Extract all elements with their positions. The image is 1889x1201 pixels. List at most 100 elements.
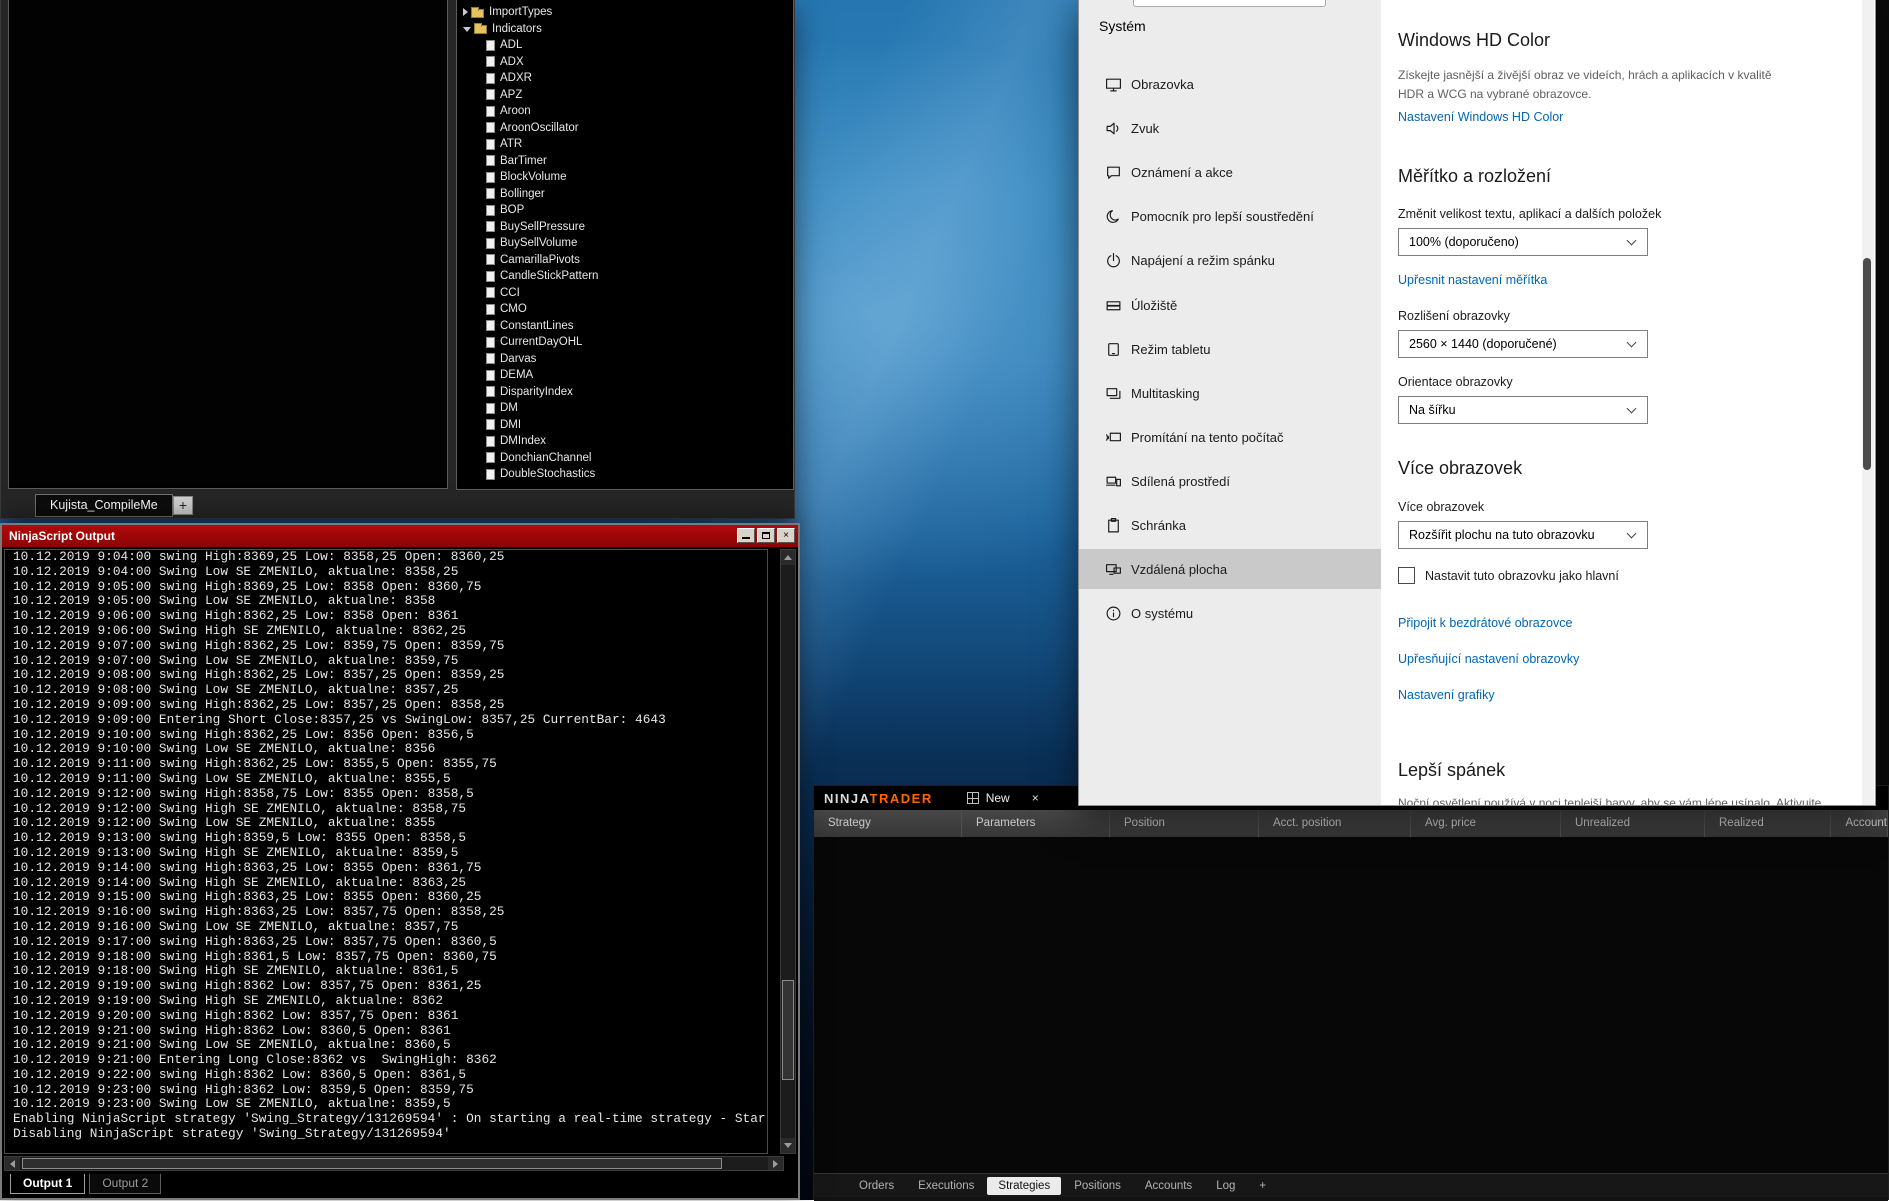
vertical-scroll-thumb[interactable] — [782, 980, 794, 1080]
tree-item[interactable]: AroonOscillator — [457, 120, 793, 137]
tree-item[interactable]: ATR — [457, 136, 793, 153]
tree-item[interactable]: ADX — [457, 54, 793, 71]
sidebar-item-power[interactable]: Napájení a režim spánku — [1079, 240, 1381, 280]
minimize-icon — [742, 532, 750, 539]
tree-item[interactable]: BuySellVolume — [457, 235, 793, 252]
tree-folder-importtypes[interactable]: ImportTypes — [457, 4, 793, 21]
sidebar-item-sound[interactable]: Zvuk — [1079, 108, 1381, 148]
tree-item[interactable]: ConstantLines — [457, 318, 793, 335]
ninjatrader-tab[interactable]: Accounts — [1134, 1177, 1203, 1195]
resolution-dropdown[interactable]: 2560 × 1440 (doporučené) — [1398, 330, 1648, 358]
hd-color-settings-link[interactable]: Nastavení Windows HD Color — [1398, 110, 1563, 124]
collapsed-arrow-icon[interactable] — [463, 8, 468, 16]
tree-item[interactable]: CandleStickPattern — [457, 268, 793, 285]
ninjatrader-tab[interactable]: + — [1248, 1177, 1277, 1195]
settings-scroll-thumb[interactable] — [1863, 258, 1871, 470]
sidebar-item-notifications[interactable]: Oznámení a akce — [1079, 152, 1381, 192]
tree-item[interactable]: APZ — [457, 87, 793, 104]
advanced-display-link[interactable]: Upřesňující nastavení obrazovky — [1398, 652, 1579, 666]
new-menu[interactable]: New — [986, 791, 1010, 805]
tree-item[interactable]: Aroon — [457, 103, 793, 120]
column-header[interactable]: Realized — [1705, 810, 1831, 837]
horizontal-scroll-thumb[interactable] — [22, 1158, 722, 1169]
scroll-down-button[interactable] — [781, 1138, 795, 1153]
ninjatrader-tab[interactable]: Executions — [907, 1177, 985, 1195]
tree-item[interactable]: Darvas — [457, 351, 793, 368]
strategies-table-body[interactable] — [814, 837, 1888, 1173]
log-line: 10.12.2019 9:16:00 swing High:8363,25 Lo… — [13, 905, 767, 920]
x-icon[interactable]: × — [1032, 791, 1039, 805]
scroll-left-button[interactable] — [5, 1157, 20, 1170]
tree-item[interactable]: ADXR — [457, 70, 793, 87]
scroll-up-button[interactable] — [781, 550, 795, 565]
column-header[interactable]: Account — [1831, 810, 1888, 837]
tree-item[interactable]: DoubleStochastics — [457, 466, 793, 483]
tree-item[interactable]: CurrentDayOHL — [457, 334, 793, 351]
minimize-button[interactable] — [737, 528, 755, 543]
sidebar-item-shared-experiences[interactable]: Sdílená prostředí — [1079, 461, 1381, 501]
multiple-displays-dropdown[interactable]: Rozšířit plochu na tuto obrazovku — [1398, 521, 1648, 549]
search-input[interactable] — [1133, 0, 1326, 7]
expanded-arrow-icon[interactable] — [463, 27, 471, 32]
settings-sidebar: Systém Obrazovka Zvuk Oznámení a akce Po… — [1079, 0, 1381, 805]
settings-section-title: Systém — [1099, 18, 1146, 34]
primary-display-checkbox[interactable] — [1398, 567, 1415, 584]
new-script-tab-button[interactable]: + — [173, 496, 193, 515]
column-header[interactable]: Position — [1110, 810, 1259, 837]
output-tab[interactable]: Output 2 — [89, 1174, 161, 1194]
tree-item[interactable]: DMI — [457, 417, 793, 434]
ninjatrader-tab[interactable]: Orders — [848, 1177, 905, 1195]
tree-item[interactable]: Bollinger — [457, 186, 793, 203]
wireless-display-link[interactable]: Připojit k bezdrátové obrazovce — [1398, 616, 1572, 630]
tree-item[interactable]: DMIndex — [457, 433, 793, 450]
advanced-scaling-link[interactable]: Upřesnit nastavení měřítka — [1398, 273, 1547, 287]
output-window-titlebar[interactable]: NinjaScript Output — [2, 525, 798, 547]
close-button[interactable]: × — [777, 528, 795, 543]
column-header[interactable]: Avg. price — [1411, 810, 1561, 837]
tree-item[interactable]: BarTimer — [457, 153, 793, 170]
output-tab[interactable]: Output 1 — [10, 1174, 85, 1194]
log-line: 10.12.2019 9:23:00 Swing Low SE ZMENILO,… — [13, 1097, 767, 1112]
column-header[interactable]: Strategy — [814, 810, 962, 837]
sidebar-item-label: Napájení a režim spánku — [1131, 253, 1275, 268]
tree-item[interactable]: ADL — [457, 37, 793, 54]
graphics-settings-link[interactable]: Nastavení grafiky — [1398, 688, 1495, 702]
ninjatrader-tab[interactable]: Strategies — [987, 1177, 1061, 1195]
tree-item[interactable]: BlockVolume — [457, 169, 793, 186]
output-horizontal-scrollbar[interactable] — [4, 1156, 784, 1171]
sidebar-item-projecting[interactable]: Promítání na tento počítač — [1079, 417, 1381, 457]
tree-item[interactable]: CCI — [457, 285, 793, 302]
output-log[interactable]: 10.12.2019 9:04:00 swing High:8369,25 Lo… — [4, 549, 768, 1154]
scroll-right-button[interactable] — [768, 1157, 783, 1170]
column-header[interactable]: Unrealized — [1561, 810, 1705, 837]
tree-item[interactable]: DisparityIndex — [457, 384, 793, 401]
settings-scrollbar[interactable] — [1862, 0, 1874, 805]
sidebar-item-about[interactable]: O systému — [1079, 593, 1381, 633]
tree-item[interactable]: BOP — [457, 202, 793, 219]
log-line: 10.12.2019 9:12:00 swing High:8358,75 Lo… — [13, 787, 767, 802]
code-editor-panel[interactable] — [8, 0, 448, 489]
scale-dropdown[interactable]: 100% (doporučeno) — [1398, 228, 1648, 256]
tree-folder-indicators[interactable]: Indicators — [457, 21, 793, 38]
sidebar-item-storage[interactable]: Úložiště — [1079, 285, 1381, 325]
sidebar-item-multitasking[interactable]: Multitasking — [1079, 373, 1381, 413]
sidebar-item-clipboard[interactable]: Schránka — [1079, 505, 1381, 545]
sidebar-item-remote-desktop[interactable]: Vzdálená plocha — [1079, 549, 1381, 589]
tree-item[interactable]: BuySellPressure — [457, 219, 793, 236]
orientation-dropdown[interactable]: Na šířku — [1398, 396, 1648, 424]
tree-item[interactable]: CamarillaPivots — [457, 252, 793, 269]
tree-item[interactable]: DEMA — [457, 367, 793, 384]
tree-item[interactable]: DM — [457, 400, 793, 417]
tree-item[interactable]: CMO — [457, 301, 793, 318]
column-header[interactable]: Parameters — [962, 810, 1110, 837]
sidebar-item-display[interactable]: Obrazovka — [1079, 64, 1381, 104]
maximize-button[interactable] — [757, 528, 775, 543]
tree-item[interactable]: DonchianChannel — [457, 450, 793, 467]
ninjatrader-tab[interactable]: Positions — [1063, 1177, 1132, 1195]
ninjatrader-tab[interactable]: Log — [1205, 1177, 1246, 1195]
output-vertical-scrollbar[interactable] — [780, 549, 796, 1154]
sidebar-item-focus-assist[interactable]: Pomocník pro lepší soustředění — [1079, 196, 1381, 236]
editor-tab-kujista-compileme[interactable]: Kujista_CompileMe — [35, 494, 173, 517]
sidebar-item-tablet-mode[interactable]: Režim tabletu — [1079, 329, 1381, 369]
column-header[interactable]: Acct. position — [1259, 810, 1411, 837]
